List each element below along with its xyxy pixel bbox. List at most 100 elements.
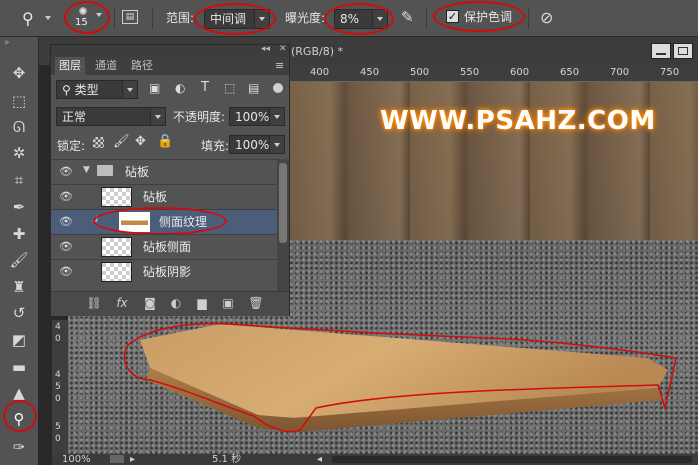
healing-brush-icon[interactable]: ✚ <box>8 224 30 244</box>
blur-tool-icon[interactable]: ▲ <box>8 383 30 403</box>
new-group-icon[interactable]: ▆ <box>193 295 211 311</box>
divider <box>528 7 529 29</box>
magic-wand-icon[interactable]: ✲ <box>8 143 30 163</box>
search-icon: ⚲ <box>62 83 75 97</box>
fx-icon[interactable]: fx <box>113 295 131 311</box>
eyedropper-icon[interactable]: ✒ <box>8 197 30 217</box>
layer-thumbnail <box>119 212 150 232</box>
vertical-ruler: 4 0 4 5 0 5 0 <box>52 320 69 454</box>
filter-toggle[interactable] <box>273 83 283 93</box>
sponge-tool-icon[interactable]: ⚲ <box>8 409 30 429</box>
marquee-tool-icon[interactable]: ⬚ <box>8 91 30 111</box>
group-name: 砧板 <box>125 165 150 179</box>
type-filter-icon[interactable]: T <box>201 80 209 95</box>
pen-tool-icon[interactable]: ✑ <box>8 437 30 457</box>
blend-mode-value: 正常 <box>62 110 87 124</box>
ruler-label: 0 <box>55 394 61 404</box>
panel-menu-icon[interactable]: ≡ <box>275 59 284 72</box>
eraser-tool-icon[interactable]: ◩ <box>8 330 30 350</box>
lock-transparency-icon[interactable] <box>93 137 104 148</box>
group-expand-icon[interactable]: ▼ <box>83 165 90 175</box>
layer-row-selected[interactable]: 👁 ↲ 侧面纹理 <box>51 207 277 235</box>
doc-info-icon[interactable] <box>110 455 124 463</box>
ruler-label: 0 <box>55 434 61 444</box>
layer-thumbnail <box>101 187 132 207</box>
zoom-level[interactable]: 100% <box>62 454 91 465</box>
brush-tool-icon[interactable]: 🖌 <box>8 250 30 270</box>
ruler-label: 550 <box>460 67 480 78</box>
adjustment-layer-icon[interactable]: ◐ <box>167 295 185 311</box>
brush-picker-arrow-icon[interactable] <box>96 13 102 17</box>
visibility-eye-icon[interactable]: 👁 <box>59 216 73 228</box>
range-label: 范围: <box>166 11 195 25</box>
crop-tool-icon[interactable]: ⌗ <box>8 170 30 190</box>
panel-header[interactable]: ◂◂ ✕ <box>51 44 289 57</box>
gradient-tool-icon[interactable]: ▬ <box>8 357 30 377</box>
history-brush-icon[interactable]: ↺ <box>8 303 30 323</box>
ruler-label: 500 <box>410 67 430 78</box>
layer-row[interactable]: 👁 砧板 <box>51 184 277 209</box>
lock-all-icon[interactable]: 🔒 <box>157 134 173 149</box>
layer-row[interactable]: 👁 砧板侧面 <box>51 234 277 259</box>
airbrush-icon[interactable]: ✎ <box>401 8 414 26</box>
layer-group-row[interactable]: 👁 ▼ 砧板 <box>51 159 277 184</box>
ruler-label: 600 <box>510 67 530 78</box>
link-layers-icon[interactable]: ⛓ <box>85 295 103 311</box>
trash-icon[interactable]: 🗑 <box>247 295 265 311</box>
tab-paths[interactable]: 路径 <box>127 57 157 75</box>
blend-mode-select[interactable]: 正常 <box>56 107 166 126</box>
add-mask-icon[interactable]: ◙ <box>141 295 159 311</box>
layer-thumbnail <box>101 262 132 282</box>
layer-list: 👁 ▼ 砧板 👁 砧板 👁 ↲ 侧面纹理 👁 砧板侧面 👁 砧板阴影 <box>51 159 277 291</box>
visibility-eye-icon[interactable]: 👁 <box>59 166 73 178</box>
horizontal-scrollbar[interactable] <box>332 456 692 463</box>
tab-layers[interactable]: 图层 <box>55 57 85 75</box>
status-arrow-icon[interactable]: ▸ <box>130 454 135 465</box>
pixel-filter-icon[interactable]: ▣ <box>149 81 160 95</box>
layer-name: 砧板侧面 <box>143 240 192 254</box>
brush-size-value: 15 <box>75 17 88 28</box>
chevron-down-icon <box>372 10 387 28</box>
close-icon[interactable]: ✕ <box>279 44 287 54</box>
document-tab-title[interactable]: (RGB/8) * <box>291 45 343 58</box>
filter-kind-select[interactable]: ⚲ 类型 <box>56 80 138 99</box>
maximize-button[interactable] <box>673 43 693 59</box>
shape-filter-icon[interactable]: ⬚ <box>224 81 235 95</box>
layers-panel: ◂◂ ✕ 图层 通道 路径 ≡ ⚲ 类型 ▣ ◐ T ⬚ ▤ 正常 不透明度: … <box>50 44 290 316</box>
protect-tones-checkbox[interactable]: ✓ <box>446 10 459 23</box>
tool-preset-arrow-icon[interactable] <box>45 16 51 20</box>
brush-preview[interactable]: 15 <box>73 5 93 29</box>
adjustment-filter-icon[interactable]: ◐ <box>175 81 185 95</box>
collapse-arrows-icon[interactable]: » <box>4 38 10 48</box>
visibility-eye-icon[interactable]: 👁 <box>59 191 73 203</box>
lasso-tool-icon[interactable]: ᘏ <box>8 117 30 137</box>
smart-object-filter-icon[interactable]: ▤ <box>248 81 259 95</box>
pressure-size-icon[interactable]: ⊘ <box>540 8 553 27</box>
chevron-down-icon <box>269 108 284 125</box>
tab-channels[interactable]: 通道 <box>91 57 121 75</box>
ruler-label: 5 <box>55 382 61 392</box>
collapse-icon[interactable]: ◂◂ <box>261 44 270 54</box>
exposure-label: 曝光度: <box>285 11 326 25</box>
sponge-tool-icon[interactable]: ⚲ <box>22 9 34 28</box>
exposure-input[interactable]: 8% <box>334 9 388 29</box>
move-tool-icon[interactable]: ✥ <box>8 63 30 83</box>
range-select[interactable]: 中间调 <box>204 9 270 29</box>
new-layer-icon[interactable]: ▣ <box>219 295 237 311</box>
lock-position-icon[interactable]: ✥ <box>135 134 146 149</box>
scroll-left-icon[interactable]: ◂ <box>317 454 322 465</box>
opacity-input[interactable]: 100% <box>229 107 285 126</box>
chevron-down-icon <box>254 10 269 28</box>
brush-panel-icon[interactable]: ▤ <box>122 10 138 24</box>
visibility-eye-icon[interactable]: 👁 <box>59 266 73 278</box>
minimize-button[interactable] <box>651 43 671 59</box>
stamp-tool-icon[interactable]: ♜ <box>8 277 30 297</box>
fill-input[interactable]: 100% <box>229 135 285 154</box>
layers-scrollbar[interactable] <box>277 159 289 291</box>
lock-label: 锁定: <box>57 139 86 153</box>
folder-icon <box>97 165 113 176</box>
layer-row[interactable]: 👁 砧板阴影 <box>51 259 277 284</box>
ruler-label: 700 <box>610 67 630 78</box>
visibility-eye-icon[interactable]: 👁 <box>59 241 73 253</box>
lock-pixels-icon[interactable]: 🖌 <box>113 134 130 149</box>
